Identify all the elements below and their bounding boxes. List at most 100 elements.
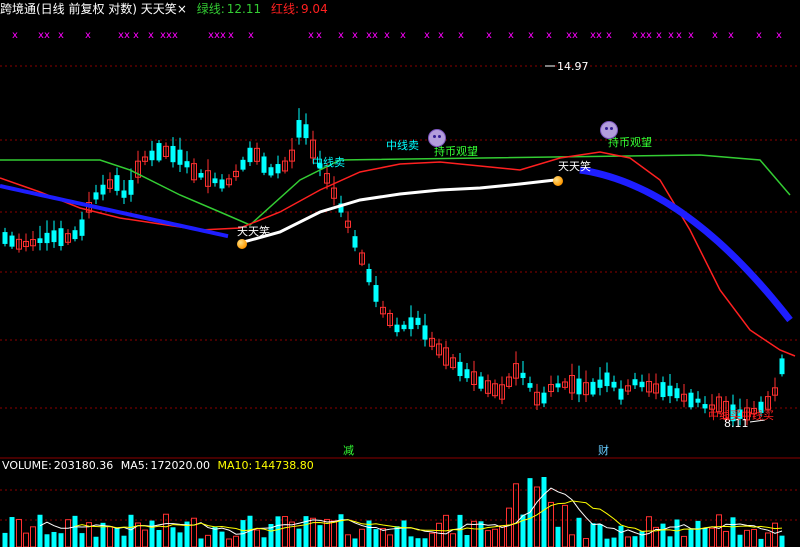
- signal-mark: x: [632, 30, 638, 41]
- volume-bar: [737, 534, 743, 547]
- candle-body: [114, 175, 120, 191]
- signal-mark: x: [756, 30, 762, 41]
- volume-bar: [457, 514, 463, 547]
- volume-bar: [65, 519, 71, 547]
- volume-bar: [58, 533, 64, 547]
- high-price-label: 14.97: [557, 60, 589, 73]
- candle-body: [604, 372, 610, 387]
- volume-bar: [541, 477, 547, 547]
- volume-bar: [590, 523, 596, 547]
- close-indicator-icon[interactable]: ×: [177, 2, 187, 16]
- volume-bar: [352, 538, 358, 547]
- volume-bar: [667, 536, 673, 547]
- sad-face-icon-2: [600, 121, 618, 139]
- signal-mark: x: [424, 30, 430, 41]
- volume-bar: [205, 534, 211, 547]
- signal-mark: x: [458, 30, 464, 41]
- ma5-label: MA5:: [120, 459, 149, 472]
- volume-bar: [373, 529, 379, 547]
- volume-bar: [296, 528, 302, 547]
- candle-body: [149, 150, 155, 161]
- volume-bar: [646, 516, 652, 547]
- candle-body: [100, 184, 106, 195]
- volume-bar: [499, 525, 505, 547]
- signal-mark: x: [248, 30, 254, 41]
- volume-bar: [772, 522, 778, 547]
- candle-body: [401, 324, 407, 330]
- signal-tiantianxiao-1: 天天笑: [237, 225, 270, 238]
- volume-bar: [282, 516, 288, 547]
- signal-mark: x: [528, 30, 534, 41]
- volume-value: 203180.36: [53, 459, 114, 472]
- candle-body: [527, 383, 533, 388]
- candle-body: [408, 317, 414, 330]
- signal-mark: x: [712, 30, 718, 41]
- volume-bar: [604, 538, 610, 547]
- volume-bar: [170, 527, 176, 547]
- signal-mark: x: [85, 30, 91, 41]
- signal-zhongxian-mairu: 中线买中线买: [708, 409, 774, 422]
- smile-dot-icon-2: [553, 176, 563, 186]
- volume-bar: [338, 514, 344, 547]
- volume-bar: [583, 538, 589, 547]
- signal-mark: x: [124, 30, 130, 41]
- volume-bar: [233, 535, 239, 547]
- signal-mark: x: [352, 30, 358, 41]
- volume-bar: [506, 507, 512, 547]
- volume-bar: [639, 531, 645, 547]
- volume-bar: [212, 526, 218, 547]
- volume-bar: [23, 532, 29, 547]
- candle-body: [639, 381, 645, 388]
- volume-bar: [765, 532, 771, 547]
- candle-body: [394, 324, 400, 333]
- volume-bar: [429, 532, 435, 547]
- candle-body: [170, 145, 176, 163]
- candle-body: [597, 379, 603, 388]
- green-line-value: 12.11: [226, 2, 262, 16]
- blue-band-left: [0, 184, 229, 239]
- volume-bar: [730, 517, 736, 547]
- signal-mark: x: [133, 30, 139, 41]
- red-line-label: 红线:: [270, 2, 299, 16]
- candle-body: [72, 230, 78, 240]
- volume-label: VOLUME:: [2, 459, 52, 472]
- signal-mark: x: [572, 30, 578, 41]
- volume-bar: [422, 538, 428, 547]
- candle-body: [590, 381, 596, 395]
- volume-bar: [107, 526, 113, 547]
- signal-mark: x: [596, 30, 602, 41]
- volume-bar: [695, 520, 701, 547]
- candle-body: [555, 383, 561, 388]
- volume-bar: [401, 520, 407, 547]
- volume-bar: [702, 527, 708, 547]
- candle-body: [611, 381, 617, 388]
- volume-header: VOLUME: 203180.36 MA5: 172020.00 MA10: 1447…: [2, 459, 318, 473]
- blue-band-right: [579, 166, 793, 323]
- candle-body: [198, 173, 204, 178]
- signal-mark: x: [44, 30, 50, 41]
- candle-body: [373, 285, 379, 302]
- volume-bar: [37, 514, 43, 547]
- signal-chibi-guanwang-2: 持币观望: [608, 136, 652, 149]
- signal-mark: x: [12, 30, 18, 41]
- signal-mark: x: [676, 30, 682, 41]
- candle-body: [212, 178, 218, 184]
- signal-mark: x: [728, 30, 734, 41]
- volume-bar: [30, 526, 36, 547]
- volume-bar: [492, 528, 498, 547]
- signal-mark: x: [508, 30, 514, 41]
- candle-body: [37, 238, 43, 244]
- candle-body: [478, 376, 484, 389]
- marker-jian: 减: [343, 444, 354, 457]
- volume-bar: [177, 532, 183, 547]
- volume-bar: [142, 529, 148, 547]
- candle-body: [121, 190, 127, 198]
- candle-body: [51, 230, 57, 243]
- volume-bar: [219, 531, 225, 547]
- candle-body: [618, 388, 624, 400]
- white-trend-line: [239, 178, 556, 245]
- volume-bar: [226, 538, 232, 547]
- volume-bar: [9, 517, 15, 547]
- candle-body: [303, 124, 309, 139]
- volume-bar: [51, 531, 57, 547]
